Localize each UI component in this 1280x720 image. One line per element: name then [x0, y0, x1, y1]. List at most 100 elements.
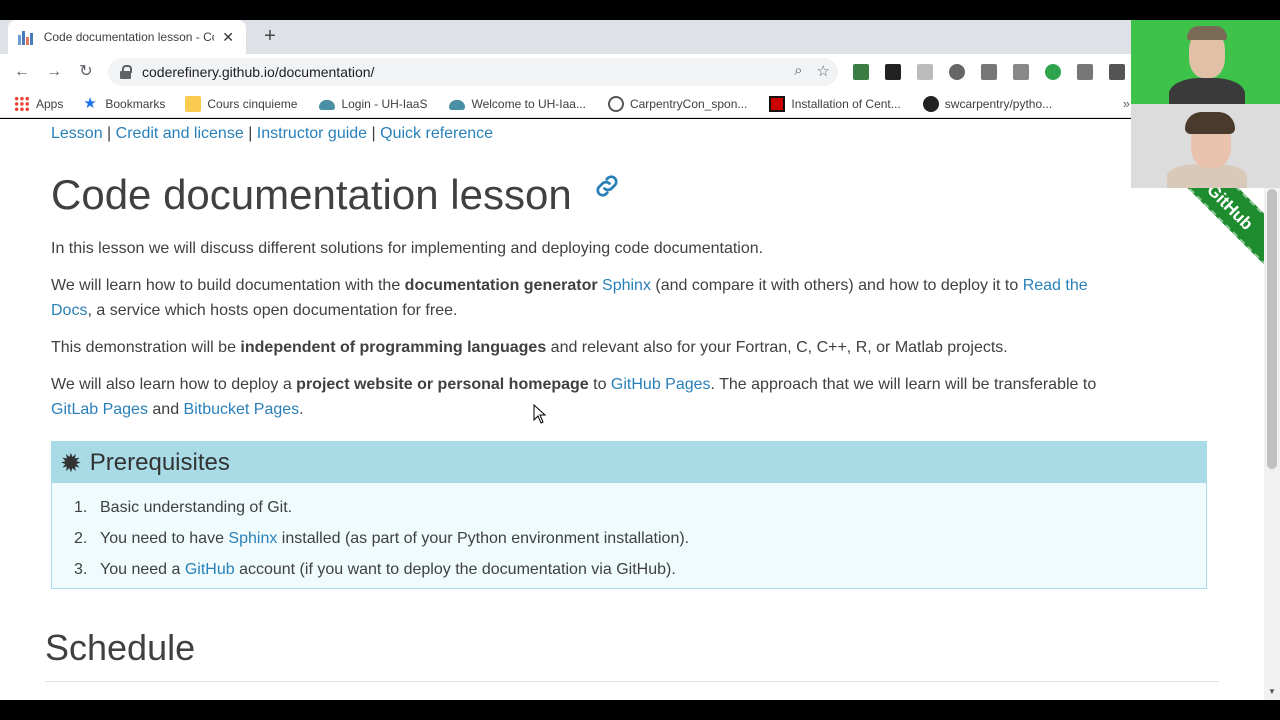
schedule-heading: Schedule: [45, 627, 196, 668]
address-bar[interactable]: coderefinery.github.io/documentation/ ⌕ …: [108, 58, 838, 86]
bookmarks-overflow-icon[interactable]: »: [1123, 96, 1130, 111]
prerequisites-header: ✹ Prerequisites: [52, 442, 1206, 483]
address-url: coderefinery.github.io/documentation/: [142, 64, 375, 80]
bookmark-star-icon[interactable]: ☆: [817, 62, 830, 80]
text: and relevant also for your Fortran, C, C…: [546, 339, 1008, 356]
github-pages-link[interactable]: GitHub Pages: [611, 376, 711, 393]
globe-icon: [607, 95, 624, 112]
paragraph-languages: This demonstration will be independent o…: [51, 335, 1008, 360]
text: . The approach that we will learn will b…: [710, 376, 1097, 393]
scroll-down-arrow-icon[interactable]: ▼: [1268, 687, 1276, 696]
github-link[interactable]: GitHub: [185, 561, 235, 578]
mouse-cursor-icon: [533, 404, 547, 424]
page-title: Code documentation lesson: [51, 171, 622, 219]
vertical-scrollbar[interactable]: ▼: [1264, 119, 1280, 700]
prerequisites-title: Prerequisites: [89, 448, 230, 476]
bookmark-label: CarpentryCon_spon...: [629, 96, 748, 111]
text: (and compare it with others) and how to …: [650, 277, 1023, 294]
list-item: 3. You need a GitHub account (if you want…: [74, 558, 689, 589]
badge-star-icon: ✹: [60, 447, 82, 478]
bitbucket-pages-link[interactable]: Bitbucket Pages: [184, 401, 300, 418]
person-hair: [1187, 26, 1227, 40]
nav-link-credit[interactable]: Credit and license: [116, 125, 244, 142]
list-item: 1. Basic understanding of Git.: [74, 496, 689, 527]
webcam-video: [1131, 104, 1280, 188]
sphinx-link[interactable]: Sphinx: [602, 277, 651, 294]
bookmark-swcarpentry[interactable]: swcarpentry/pytho...: [922, 95, 1052, 112]
list-item: 2. You need to have Sphinx installed (as …: [74, 527, 689, 558]
person-body: [1169, 78, 1245, 104]
scrollbar-thumb[interactable]: [1267, 189, 1277, 469]
tab-close-icon[interactable]: ✕: [220, 29, 236, 46]
text: account (if you want to deploy the docum…: [234, 561, 676, 578]
nav-link-quick-reference[interactable]: Quick reference: [380, 125, 493, 142]
site-favicon-icon: [18, 29, 34, 45]
text: , a service which hosts open documentati…: [87, 302, 458, 319]
text: You need to have: [100, 530, 229, 547]
extension-icon[interactable]: [853, 64, 869, 80]
text: and: [147, 401, 184, 418]
list-number: 3.: [74, 561, 88, 578]
nav-separator: |: [107, 125, 116, 142]
sphinx-link[interactable]: Sphinx: [228, 530, 277, 547]
bookmark-carpentrycon[interactable]: CarpentryCon_spon...: [607, 95, 748, 112]
cloud-icon: [449, 100, 466, 110]
bookmark-welcome[interactable]: Welcome to UH-Iaa...: [449, 96, 586, 111]
bookmark-label: Welcome to UH-Iaa...: [471, 96, 586, 111]
extension-icon[interactable]: [917, 64, 933, 80]
gitlab-pages-link[interactable]: GitLab Pages: [51, 401, 148, 418]
extension-icon[interactable]: [981, 64, 997, 80]
bold-text: documentation generator: [404, 277, 598, 294]
bookmark-bookmarks[interactable]: ★ Bookmarks: [83, 94, 166, 112]
bookmark-cours[interactable]: Cours cinquieme: [185, 95, 298, 112]
text: We will learn how to build documentation…: [51, 277, 405, 294]
text: Basic understanding of Git.: [100, 499, 293, 516]
header-nav: Lesson | Credit and license | Instructor…: [51, 125, 493, 143]
prerequisites-list: 1. Basic understanding of Git. 2. You need…: [74, 496, 689, 589]
zoom-icon[interactable]: ⌕: [794, 62, 802, 80]
text: installed (as part of your Python enviro…: [277, 530, 690, 547]
new-tab-button[interactable]: +: [260, 26, 280, 46]
paragraph-pages: We will also learn how to deploy a proje…: [51, 372, 1201, 422]
list-number: 1.: [74, 499, 88, 516]
github-icon: [922, 95, 939, 112]
prerequisites-box: ✹ Prerequisites 1. Basic understanding of…: [51, 441, 1207, 589]
webcam-video: [1131, 20, 1280, 104]
bookmark-label: Apps: [36, 96, 64, 111]
person-hair: [1185, 112, 1235, 134]
permalink-icon[interactable]: [592, 171, 622, 209]
browser-tab[interactable]: Code documentation lesson - Co ✕: [8, 20, 246, 54]
readthedocs-link[interactable]: Read the: [1023, 277, 1088, 294]
readthedocs-link-cont[interactable]: Docs: [51, 302, 87, 319]
text: You need a: [100, 561, 185, 578]
bookmark-label: Bookmarks: [105, 96, 166, 111]
paragraph-sphinx: We will learn how to build documentation…: [51, 273, 1191, 323]
apps-grid-icon: [14, 95, 30, 112]
bookmarks-bar: Apps ★ Bookmarks Cours cinquieme Login -…: [0, 90, 1280, 118]
nav-separator: |: [371, 125, 381, 142]
nav-link-instructor-guide[interactable]: Instructor guide: [257, 125, 367, 142]
extension-icon[interactable]: [1109, 64, 1125, 80]
extension-icon[interactable]: [1013, 64, 1029, 80]
extension-icon[interactable]: [885, 64, 901, 80]
star-icon: ★: [83, 94, 97, 112]
bookmark-label: Cours cinquieme: [207, 96, 298, 111]
nav-separator: |: [248, 125, 257, 142]
tab-title: Code documentation lesson - Co: [43, 30, 215, 44]
bookmark-apps[interactable]: Apps: [14, 95, 64, 112]
list-number: 2.: [74, 530, 88, 547]
nav-link-lesson[interactable]: Lesson: [51, 125, 103, 142]
extension-icon[interactable]: [1045, 64, 1061, 80]
extension-icon[interactable]: [1077, 64, 1093, 80]
forward-arrow-icon[interactable]: →: [44, 62, 64, 82]
bookmark-login[interactable]: Login - UH-IaaS: [319, 97, 427, 111]
bold-text: independent of programming languages: [240, 339, 547, 356]
bookmark-installation[interactable]: Installation of Cent...: [769, 95, 901, 112]
bookmark-label: Installation of Cent...: [791, 96, 901, 111]
text: to: [588, 376, 611, 393]
intro-paragraph: In this lesson we will discuss different…: [51, 236, 763, 261]
back-arrow-icon[interactable]: ←: [12, 62, 32, 82]
extension-icon[interactable]: [949, 64, 965, 80]
reload-icon[interactable]: ↻: [76, 62, 96, 82]
cloud-icon: [319, 100, 336, 110]
